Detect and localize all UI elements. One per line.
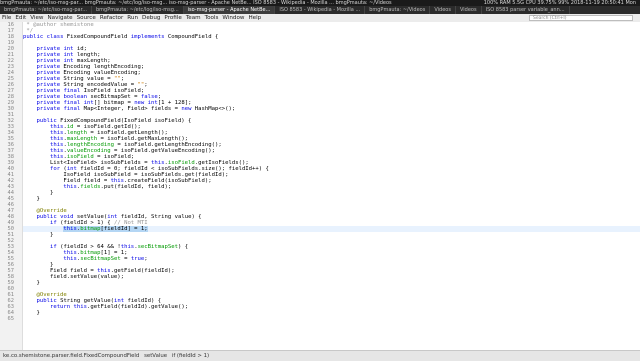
menu-refactor[interactable]: Refactor [98, 15, 125, 21]
line-number: 65 [7, 316, 15, 322]
window-tab-strip: bmgPmauta: ~/etc/iso-msg-par... bmgPmaut… [0, 6, 640, 14]
breadcrumb-condition[interactable]: if (fieldId > 1) [169, 353, 209, 359]
line-number-gutter[interactable]: 16 17 18 19 20 21 22 23 24 25 26 27 28 29 30 31 32 33 34 35… [0, 22, 23, 350]
window-tab[interactable]: Videos [456, 6, 482, 14]
window-tab[interactable]: bmgPmauta: ~/etc/iso-msg-par... [0, 6, 92, 14]
window-tab[interactable]: bmgPmauta: ~/Videos [365, 6, 431, 14]
search-input[interactable]: Search (Ctrl+I) [529, 15, 633, 21]
menu-file[interactable]: File [0, 15, 13, 21]
menu-window[interactable]: Window [220, 15, 246, 21]
menu-tools[interactable]: Tools [203, 15, 221, 21]
menu-edit[interactable]: Edit [13, 15, 28, 21]
menu-source[interactable]: Source [75, 15, 98, 21]
window-tab[interactable]: Videos [430, 6, 456, 14]
window-tab[interactable]: bmgPmauta: ~/etc/log/iso-msg... [92, 6, 184, 14]
window-tab[interactable]: ISO 8583 parser variable_ann... [482, 6, 570, 14]
menu-view[interactable]: View [28, 15, 45, 21]
window-tab[interactable]: ISO 8583 - Wikipedia - Mozilla ... [275, 6, 366, 14]
window-tab-active[interactable]: iso-msg-parser - Apache NetBe... [183, 6, 276, 14]
code-line[interactable] [23, 316, 640, 322]
menu-navigate[interactable]: Navigate [46, 15, 75, 21]
menu-team[interactable]: Team [184, 15, 203, 21]
status-bar: ke.co.shemistone.parser.field.FixedCompo… [0, 350, 640, 361]
breadcrumb-class[interactable]: ke.co.shemistone.parser.field.FixedCompo… [0, 353, 139, 359]
menu-run[interactable]: Run [125, 15, 140, 21]
menu-debug[interactable]: Debug [140, 15, 162, 21]
breadcrumb-method[interactable]: setValue [141, 353, 167, 359]
menu-help[interactable]: Help [246, 15, 263, 21]
code-editor[interactable]: * @author shemistone */public class Fixe… [23, 22, 640, 350]
menu-profile[interactable]: Profile [162, 15, 183, 21]
